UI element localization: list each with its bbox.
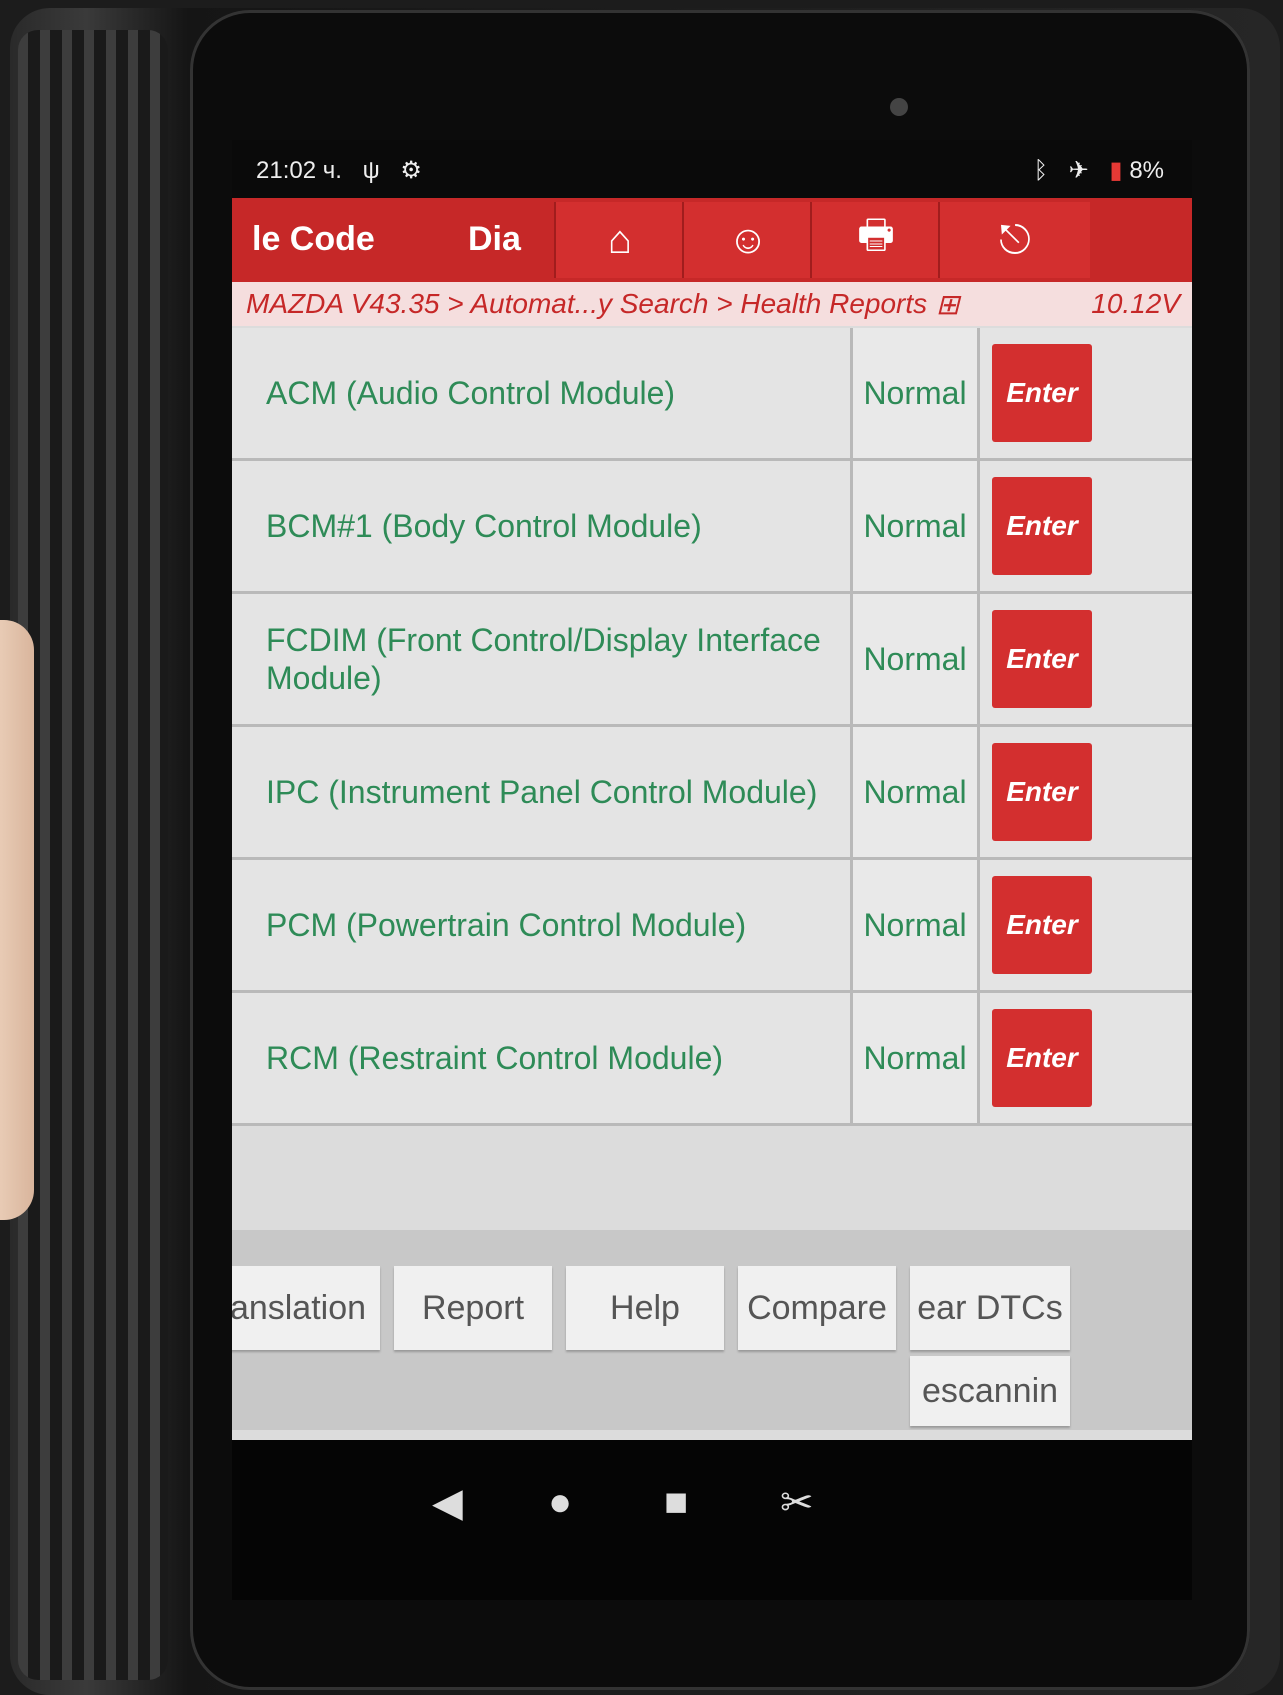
status-bar: 21:02 ч. ψ ⚙ ᛒ ✈ ▮ 8% [232,140,1192,200]
battery-level: 8% [1129,157,1164,184]
module-row: ACM (Audio Control Module) Normal Enter [232,328,1192,461]
exit-icon: ⎋ [999,217,1031,262]
usb-icon: ψ [362,157,380,184]
user-button[interactable]: ☺ [682,202,812,278]
module-name: ACM (Audio Control Module) [266,375,676,411]
report-button[interactable]: Report [394,1266,552,1350]
module-status: Normal [850,328,980,458]
screen: 21:02 ч. ψ ⚙ ᛒ ✈ ▮ 8% le Code Dia ⌂ ☺ 🖶 … [232,140,1192,1600]
module-name: RCM (Restraint Control Module) [266,1040,724,1076]
module-status: Normal [850,993,980,1123]
print-button[interactable]: 🖶 [810,202,940,278]
translation-button[interactable]: anslation [232,1266,380,1350]
clock: 21:02 ч. [256,157,342,184]
enter-button[interactable]: Enter [992,477,1092,575]
bluetooth-icon: ᛒ [1033,157,1048,184]
home-icon: ⌂ [607,217,633,262]
battery-voltage-icon: ⊞ [936,289,960,320]
enter-button[interactable]: Enter [992,743,1092,841]
module-status: Normal [850,727,980,857]
battery-icon: ▮ [1109,157,1123,184]
settings-icon: ⚙ [400,157,422,184]
home-nav-icon[interactable]: ● [548,1480,572,1525]
user-icon: ☺ [727,217,769,262]
home-button[interactable]: ⌂ [554,202,684,278]
module-name: BCM#1 (Body Control Module) [266,508,702,544]
compare-button[interactable]: Compare [738,1266,896,1350]
airplane-icon: ✈ [1068,157,1089,184]
enter-button[interactable]: Enter [992,344,1092,442]
screenshot-icon[interactable]: ✂ [780,1480,814,1526]
device-grip [18,30,168,1680]
camera-icon [890,98,908,116]
back-icon[interactable]: ◀ [432,1480,463,1526]
module-name: PCM (Powertrain Control Module) [266,907,747,943]
voltage-readout: 10.12V [1091,288,1180,319]
module-name: FCDIM (Front Control/Display Interface M… [266,622,821,696]
module-status: Normal [850,461,980,591]
rescanning-button[interactable]: escannin [910,1356,1070,1426]
holding-finger [0,620,34,1220]
module-row: IPC (Instrument Panel Control Module) No… [232,727,1192,860]
help-button[interactable]: Help [566,1266,724,1350]
android-nav-bar: ◀ ● ■ ✂ [232,1440,1192,1600]
breadcrumb-path: MAZDA V43.35 > Automat...y Search > Heal… [246,288,928,319]
enter-button[interactable]: Enter [992,876,1092,974]
module-row: BCM#1 (Body Control Module) Normal Enter [232,461,1192,594]
recents-icon[interactable]: ■ [664,1480,688,1525]
print-icon: 🖶 [857,213,895,257]
clear-dtcs-button[interactable]: ear DTCs [910,1266,1070,1350]
enter-button[interactable]: Enter [992,610,1092,708]
module-row: RCM (Restraint Control Module) Normal En… [232,993,1192,1126]
enter-button[interactable]: Enter [992,1009,1092,1107]
tab-trouble-code[interactable]: le Code [252,220,375,259]
exit-button[interactable]: ⎋ [938,202,1090,278]
bottom-toolbar: anslation Report Help Compare ear DTCs e… [232,1230,1192,1430]
top-bar: le Code Dia ⌂ ☺ 🖶 ⎋ [232,198,1192,282]
breadcrumb: MAZDA V43.35 > Automat...y Search > Heal… [232,282,1192,326]
tab-diagnose[interactable]: Dia [468,220,521,259]
module-row: FCDIM (Front Control/Display Interface M… [232,594,1192,727]
module-row: PCM (Powertrain Control Module) Normal E… [232,860,1192,993]
module-list: ACM (Audio Control Module) Normal Enter … [232,328,1192,1126]
module-name: IPC (Instrument Panel Control Module) [266,774,818,810]
module-status: Normal [850,594,980,724]
module-status: Normal [850,860,980,990]
